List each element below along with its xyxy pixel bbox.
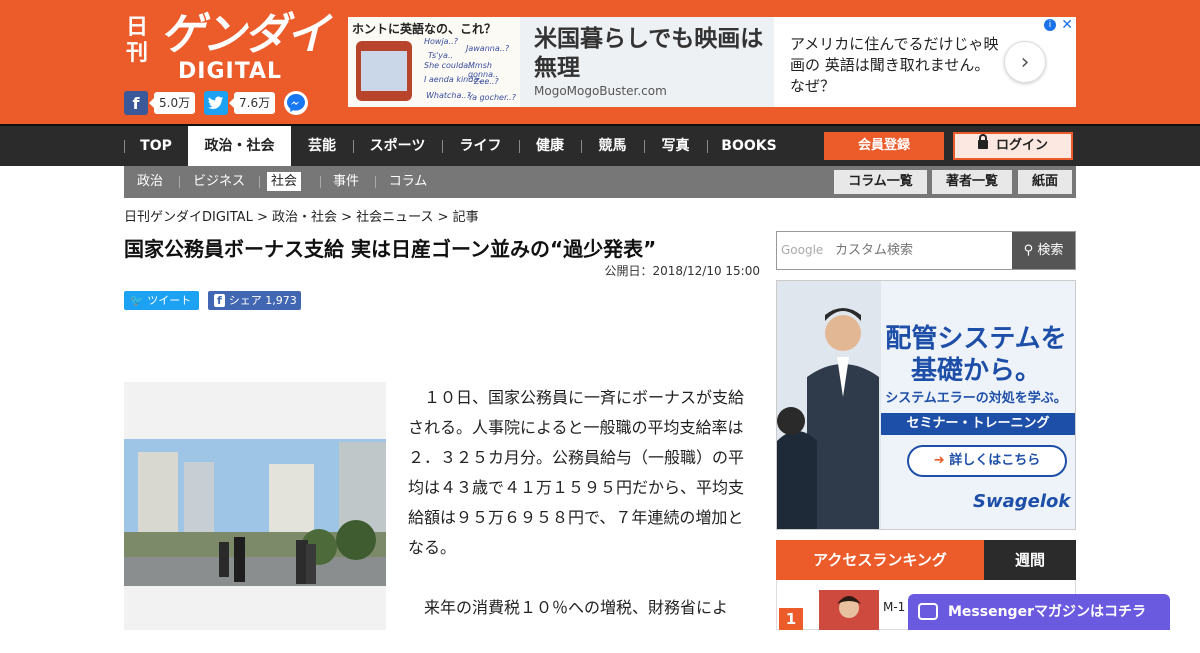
ranking-header: アクセスランキング 週間 [776, 540, 1076, 580]
twitter-follow[interactable]: 7.6万 [204, 91, 276, 115]
sidebar-ad[interactable]: 配管システムを 基礎から。 システムエラーの対処を学ぶ。 セミナー・トレーニング… [776, 280, 1076, 530]
twitter-bird-icon: 🐦 [130, 294, 144, 307]
publish-date: 公開日：2018/12/10 15:00 [604, 264, 760, 278]
subnav-business[interactable]: ビジネス [179, 166, 259, 198]
messenger-icon[interactable] [284, 91, 308, 115]
facebook-icon: f [124, 91, 148, 115]
register-button[interactable]: 会員登録 [824, 132, 944, 160]
ad-url: MogoMogoBuster.com [534, 84, 667, 98]
google-logo: Google [781, 243, 824, 257]
facebook-share-button[interactable]: f シェア 1,973 [208, 291, 301, 310]
ad-description-panel: i ✕ アメリカに住んでるだけじゃ映画の 英語は聞き取れません。なぜ？ › [774, 17, 1076, 107]
share-label: シェア [228, 294, 262, 307]
rank-thumbnail [819, 590, 879, 630]
subnav-politics[interactable]: 政治 [124, 166, 176, 198]
facebook-count: 5.0万 [148, 92, 196, 114]
sub-nav: 政治 ビジネス 社会 事件 コラム コラム一覧 著者一覧 紙面 [124, 166, 1076, 198]
article-paragraph: 来年の消費税１０％への増税、財務省によ [424, 598, 729, 617]
ad-illustration: ホントに英語なの、これ？ Howja..? Jawanna..? Ts'ya..… [348, 17, 520, 107]
ad-info-icon[interactable]: i [1044, 19, 1056, 31]
logo-digital: DIGITAL [178, 59, 283, 84]
column-list-button[interactable]: コラム一覧 [834, 170, 927, 194]
main-nav: TOP 政治・社会 芸能 スポーツ ライフ 健康 競馬 写真 BOOKS 会員登… [0, 124, 1200, 166]
subnav-column[interactable]: コラム [375, 166, 441, 198]
ad-description: アメリカに住んでるだけじゃ映画の 英語は聞き取れません。なぜ？ [790, 35, 999, 95]
login-button[interactable]: ログイン [953, 132, 1073, 160]
sidebar-ad-headline: 配管システムを 基礎から。 [885, 324, 1067, 386]
ad-close-icon[interactable]: ✕ [1061, 17, 1073, 33]
ad-arrow-button[interactable]: › [1004, 41, 1046, 83]
chat-icon [918, 603, 938, 620]
login-label: ログイン [995, 138, 1048, 153]
ad-image-heading: ホントに英語なの、これ？ [352, 22, 497, 36]
subnav-incident[interactable]: 事件 [320, 166, 372, 198]
nav-keiba[interactable]: 競馬 [581, 126, 644, 166]
article-body: １０日、国家公務員に一斉にボーナスが支給される。人事院によると一般職の平均支給率… [408, 383, 758, 653]
ad-person-photo [777, 281, 881, 529]
messenger-magazine-bar[interactable]: Messengerマガジンはコチラ [908, 594, 1170, 630]
logo-nikkan: 日刊 [126, 14, 149, 66]
top-banner-ad[interactable]: ホントに英語なの、これ？ Howja..? Jawanna..? Ts'ya..… [348, 17, 1076, 107]
twitter-count: 7.6万 [228, 92, 276, 114]
paper-button[interactable]: 紙面 [1018, 170, 1072, 194]
nav-books[interactable]: BOOKS [707, 126, 791, 166]
site-logo[interactable]: 日刊 ゲンダイ DIGITAL [124, 10, 330, 85]
subnav-society[interactable]: 社会 [259, 166, 309, 198]
search-button-label: 検索 [1037, 243, 1064, 258]
ad-headline: 米国暮らしでも映画は無理 [534, 26, 764, 81]
tweet-label: ツイート [147, 294, 192, 307]
rank-title: M-1 [883, 600, 906, 614]
ranking-tab-weekly[interactable]: 週間 [984, 540, 1076, 580]
article-title: 国家公務員ボーナス支給 実は日産ゴーン並みの“過少発表” [124, 237, 657, 261]
nav-health[interactable]: 健康 [519, 126, 581, 166]
logo-gendai: ゲンダイ [160, 9, 330, 60]
nav-sports[interactable]: スポーツ [353, 126, 442, 166]
tv-illustration [356, 41, 412, 101]
sidebar-ad-sub: システムエラーの対処を学ぶ。 [885, 391, 1067, 406]
nav-top[interactable]: TOP [124, 126, 188, 166]
nav-politics-society[interactable]: 政治・社会 [188, 126, 291, 166]
article-photo[interactable] [124, 382, 386, 630]
arrow-right-icon: ➜ [933, 453, 945, 468]
article-paragraph: １０日、国家公務員に一斉にボーナスが支給される。人事院によると一般職の平均支給率… [408, 388, 745, 557]
twitter-icon [204, 91, 228, 115]
nav-entertainment[interactable]: 芸能 [291, 126, 353, 166]
sidebar-ad-brand: Swagelok [973, 491, 1071, 512]
breadcrumb[interactable]: 日刊ゲンダイDIGITAL > 政治・社会 > 社会ニュース > 記事 [124, 206, 479, 225]
rank-number: 1 [779, 608, 803, 630]
author-list-button[interactable]: 著者一覧 [932, 170, 1012, 194]
search-icon: ⚲ [1023, 243, 1034, 258]
nav-life[interactable]: ライフ [442, 126, 519, 166]
ranking-title[interactable]: アクセスランキング [776, 540, 984, 580]
ad-headline-panel: 米国暮らしでも映画は無理 MogoMogoBuster.com [520, 17, 774, 107]
sidebar-ad-more-button[interactable]: ➜ 詳しくはこちら [907, 445, 1067, 477]
more-label: 詳しくはこちら [949, 453, 1041, 468]
facebook-follow[interactable]: f 5.0万 [124, 91, 196, 115]
facebook-f-icon: f [214, 294, 225, 307]
subnav-society-label: 社会 [266, 172, 301, 191]
site-search: Google ⚲ 検索 [776, 231, 1076, 270]
sidebar-ad-bar: セミナー・トレーニング [881, 413, 1075, 435]
share-count: 1,973 [265, 294, 297, 307]
messenger-bar-label: Messengerマガジンはコチラ [948, 604, 1146, 620]
lock-icon [977, 134, 988, 149]
search-button[interactable]: ⚲ 検索 [1012, 232, 1075, 269]
tweet-button[interactable]: 🐦 ツイート [124, 291, 199, 310]
site-header: 日刊 ゲンダイ DIGITAL f 5.0万 7.6万 ホントに英語なの、これ？… [0, 0, 1200, 124]
nav-photo[interactable]: 写真 [644, 126, 707, 166]
